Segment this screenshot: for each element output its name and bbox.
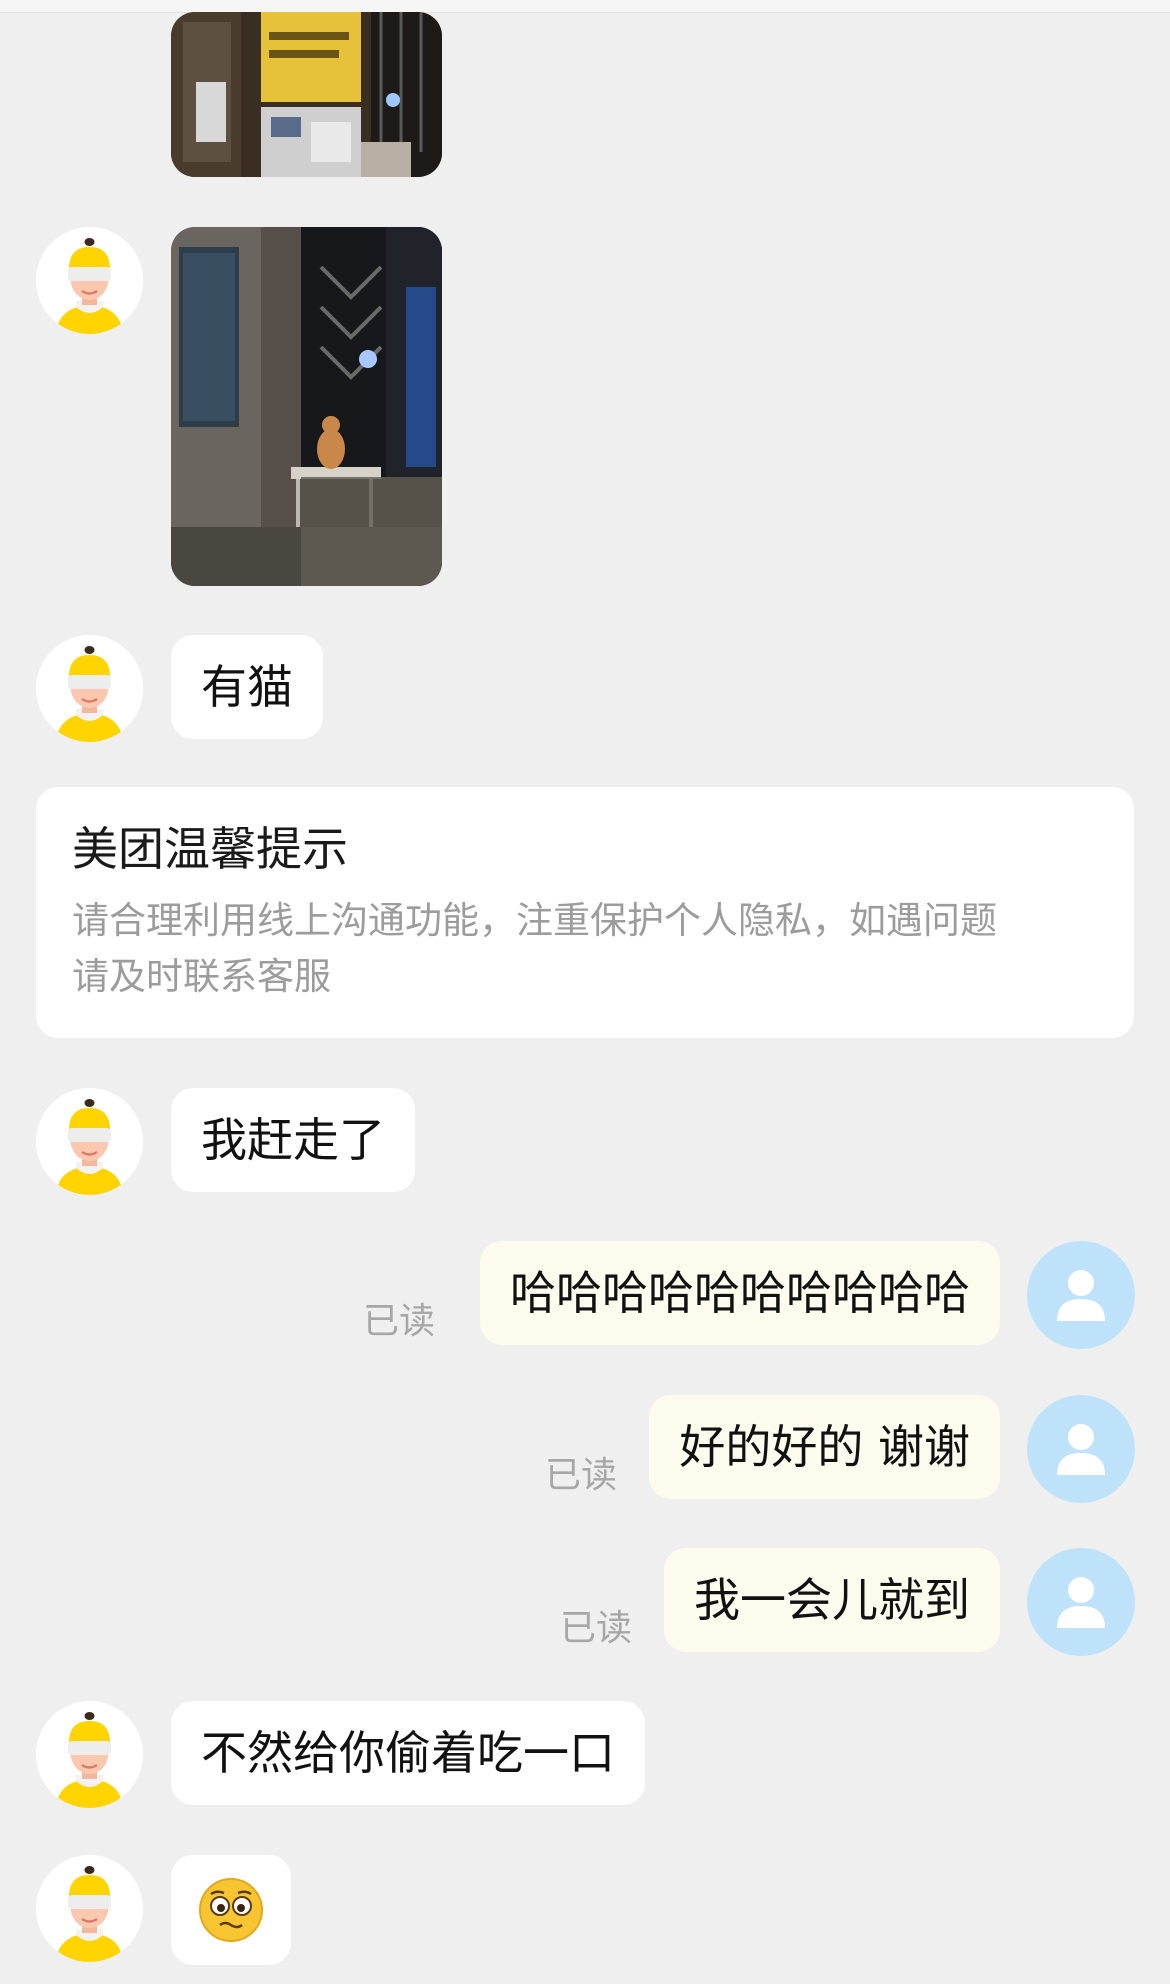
outgoing-message-bubble[interactable]: 好的好的 谢谢 [649,1395,1000,1499]
emoji-message-bubble[interactable] [171,1855,291,1965]
photo-message-1[interactable] [171,12,442,177]
courier-avatar-icon [36,1855,143,1962]
user-avatar-icon [1057,1577,1105,1628]
system-notice-card: 美团温馨提示 请合理利用线上沟通功能，注重保护个人隐私，如遇问题 请及时联系客服 [36,787,1134,1038]
notice-title: 美团温馨提示 [72,822,348,876]
user-avatar-icon [1057,1270,1105,1321]
user-avatar[interactable] [1027,1548,1135,1656]
notice-body-line-1: 请合理利用线上沟通功能，注重保护个人隐私，如遇问题 [72,899,997,942]
incoming-message-bubble[interactable]: 我赶走了 [171,1088,415,1192]
courier-avatar[interactable] [36,1701,143,1808]
courier-avatar[interactable] [36,227,143,334]
pleading-face-emoji-icon [199,1878,263,1942]
notice-body-line-2: 请及时联系客服 [72,955,331,998]
courier-avatar[interactable] [36,635,143,742]
photo-message-2[interactable] [171,227,442,586]
courier-avatar-icon [36,1701,143,1808]
courier-avatar-icon [36,635,143,742]
courier-avatar[interactable] [36,1855,143,1962]
user-avatar[interactable] [1027,1241,1135,1349]
courier-avatar-icon [36,227,143,334]
read-status: 已读 [363,1301,436,1342]
user-avatar[interactable] [1027,1395,1135,1503]
notice-body: 请合理利用线上沟通功能，注重保护个人隐私，如遇问题 请及时联系客服 [72,893,1098,1005]
read-status: 已读 [545,1455,618,1496]
incoming-message-bubble[interactable]: 有猫 [171,635,323,739]
outgoing-message-bubble[interactable]: 哈哈哈哈哈哈哈哈哈哈 [480,1241,1000,1345]
courier-avatar[interactable] [36,1088,143,1195]
top-divider [0,0,1170,13]
read-status: 已读 [560,1608,633,1649]
incoming-message-bubble[interactable]: 不然给你偷着吃一口 [171,1701,645,1805]
user-avatar-icon [1057,1424,1105,1475]
courier-avatar-icon [36,1088,143,1195]
outgoing-message-bubble[interactable]: 我一会儿就到 [664,1548,1000,1652]
